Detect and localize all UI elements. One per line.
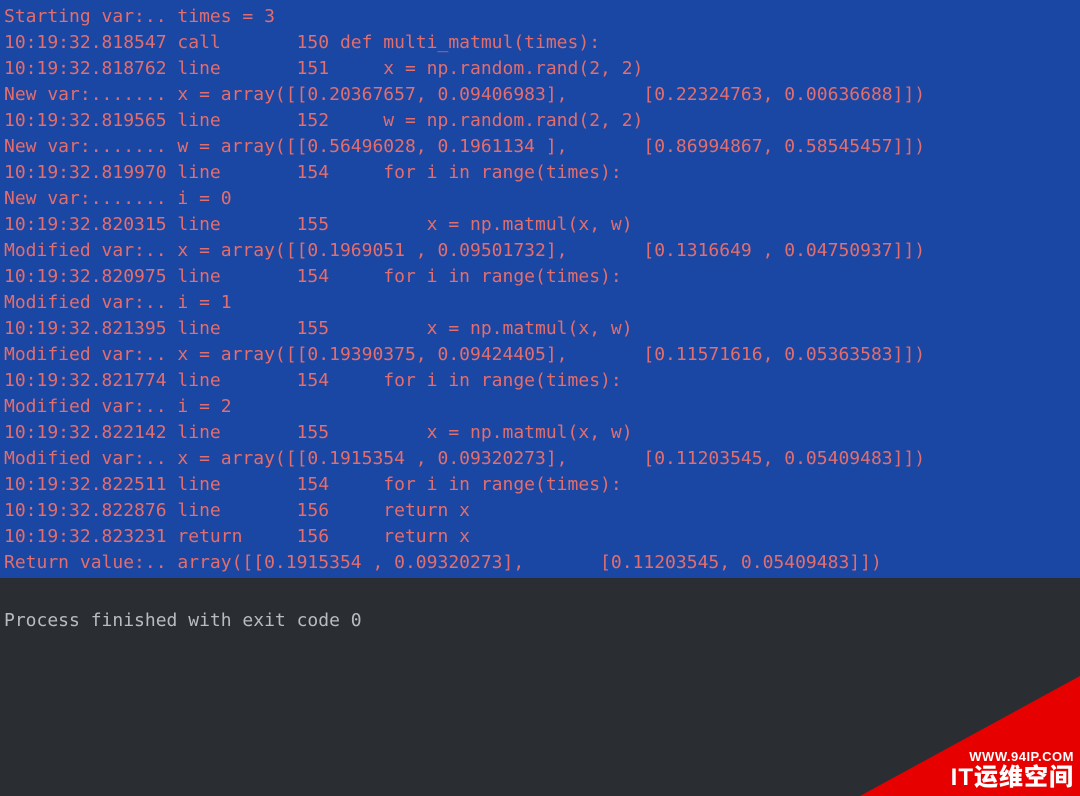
trace-line: 10:19:32.822142 line 155 x = np.matmul(x… bbox=[4, 420, 1076, 446]
trace-line: New var:....... x = array([[0.20367657, … bbox=[4, 82, 1076, 108]
trace-line: 10:19:32.818762 line 151 x = np.random.r… bbox=[4, 56, 1076, 82]
trace-line: Modified var:.. x = array([[0.1969051 , … bbox=[4, 238, 1076, 264]
watermark-text: WWW.94IP.COM IT运维空间 bbox=[951, 749, 1074, 792]
trace-line: Modified var:.. i = 1 bbox=[4, 290, 1076, 316]
trace-line: 10:19:32.819970 line 154 for i in range(… bbox=[4, 160, 1076, 186]
trace-line: 10:19:32.821395 line 155 x = np.matmul(x… bbox=[4, 316, 1076, 342]
trace-line: 10:19:32.819565 line 152 w = np.random.r… bbox=[4, 108, 1076, 134]
watermark-triangle bbox=[860, 676, 1080, 796]
trace-line: Modified var:.. x = array([[0.1915354 , … bbox=[4, 446, 1076, 472]
status-area: Process finished with exit code 0 bbox=[0, 578, 1080, 634]
trace-line: Modified var:.. x = array([[0.19390375, … bbox=[4, 342, 1076, 368]
trace-line: 10:19:32.820315 line 155 x = np.matmul(x… bbox=[4, 212, 1076, 238]
trace-line: New var:....... w = array([[0.56496028, … bbox=[4, 134, 1076, 160]
watermark-url: WWW.94IP.COM bbox=[951, 749, 1074, 764]
trace-line: 10:19:32.818547 call 150 def multi_matmu… bbox=[4, 30, 1076, 56]
process-exit-status: Process finished with exit code 0 bbox=[4, 608, 1076, 634]
trace-output-area: Starting var:.. times = 310:19:32.818547… bbox=[0, 0, 1080, 578]
trace-line: Modified var:.. i = 2 bbox=[4, 394, 1076, 420]
trace-line: New var:....... i = 0 bbox=[4, 186, 1076, 212]
trace-line: 10:19:32.822511 line 154 for i in range(… bbox=[4, 472, 1076, 498]
trace-line: 10:19:32.820975 line 154 for i in range(… bbox=[4, 264, 1076, 290]
trace-line: 10:19:32.821774 line 154 for i in range(… bbox=[4, 368, 1076, 394]
trace-line: Return value:.. array([[0.1915354 , 0.09… bbox=[4, 550, 1076, 576]
trace-line: 10:19:32.823231 return 156 return x bbox=[4, 524, 1076, 550]
trace-line: 10:19:32.822876 line 156 return x bbox=[4, 498, 1076, 524]
watermark-label: IT运维空间 bbox=[951, 764, 1074, 792]
trace-line: Starting var:.. times = 3 bbox=[4, 4, 1076, 30]
